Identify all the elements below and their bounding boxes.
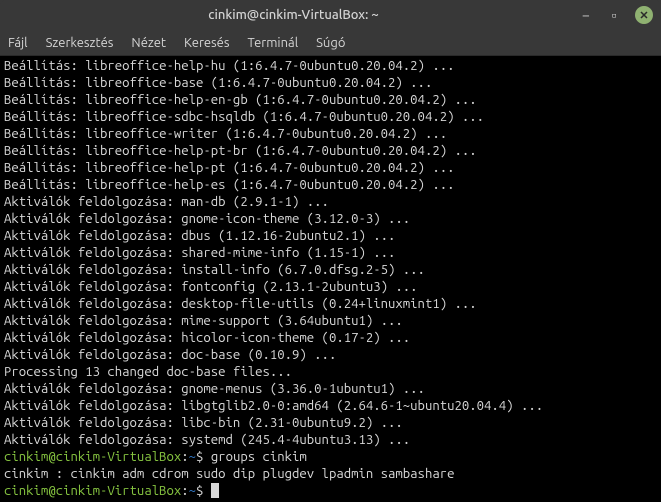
output-line: Processing 13 changed doc-base files... — [4, 365, 292, 379]
output-line: Beállítás: libreoffice-writer (1:6.4.7-0… — [4, 127, 447, 141]
menu-bar: Fájl Szerkesztés Nézet Keresés Terminál … — [0, 30, 661, 56]
output-line: Beállítás: libreoffice-sdbc-hsqldb (1:6.… — [4, 110, 484, 124]
output-line: Aktiválók feldolgozása: libgtglib2.0-0:a… — [4, 399, 543, 413]
close-icon: ✕ — [639, 9, 648, 22]
minimize-button[interactable]: − — [579, 8, 593, 22]
output-line: Aktiválók feldolgozása: man-db (2.9.1-1)… — [4, 195, 329, 209]
window-title: cinkim@cinkim-VirtualBox: ~ — [8, 8, 579, 22]
output-line: Aktiválók feldolgozása: doc-base (0.10.9… — [4, 348, 336, 362]
menu-search[interactable]: Keresés — [184, 36, 229, 50]
output-line: Aktiválók feldolgozása: fontconfig (2.13… — [4, 280, 418, 294]
menu-file[interactable]: Fájl — [8, 36, 28, 50]
output-line: Beállítás: libreoffice-help-pt (1:6.4.7-… — [4, 161, 454, 175]
output-line: Beállítás: libreoffice-help-pt-br (1:6.4… — [4, 144, 477, 158]
output-line: Beállítás: libreoffice-help-en-gb (1:6.4… — [4, 93, 477, 107]
prompt-suffix: $ — [196, 484, 203, 498]
output-line: Aktiválók feldolgozása: desktop-file-uti… — [4, 297, 477, 311]
output-line: Aktiválók feldolgozása: mime-support (3.… — [4, 314, 403, 328]
cursor — [211, 483, 219, 498]
prompt-userhost: cinkim@cinkim-VirtualBox — [4, 484, 181, 498]
output-line: Aktiválók feldolgozása: shared-mime-info… — [4, 246, 395, 260]
menu-view[interactable]: Nézet — [131, 36, 166, 50]
output-line: Beállítás: libreoffice-base (1:6.4.7-0ub… — [4, 76, 432, 90]
output-line: Aktiválók feldolgozása: libc-bin (2.31-0… — [4, 416, 403, 430]
output-line: Beállítás: libreoffice-help-hu (1:6.4.7-… — [4, 59, 454, 73]
output-line: Aktiválók feldolgozása: dbus (1.12.16-2u… — [4, 229, 395, 243]
prompt-path: ~ — [189, 450, 196, 464]
menu-edit[interactable]: Szerkesztés — [46, 36, 114, 50]
output-line: Aktiválók feldolgozása: gnome-menus (3.3… — [4, 382, 425, 396]
prompt-userhost: cinkim@cinkim-VirtualBox — [4, 450, 181, 464]
prompt-sep: : — [181, 484, 188, 498]
prompt-sep: : — [181, 450, 188, 464]
menu-help[interactable]: Súgó — [316, 36, 345, 50]
output-line: Aktiválók feldolgozása: hicolor-icon-the… — [4, 331, 410, 345]
prompt-suffix: $ — [196, 450, 203, 464]
menu-terminal[interactable]: Terminál — [248, 36, 299, 50]
close-button[interactable]: ✕ — [635, 6, 653, 24]
window-controls: − ▫ ✕ — [579, 6, 653, 24]
terminal-output[interactable]: Beállítás: libreoffice-help-hu (1:6.4.7-… — [0, 56, 661, 502]
maximize-button[interactable]: ▫ — [607, 8, 621, 22]
prompt-path: ~ — [189, 484, 196, 498]
output-line: Aktiválók feldolgozása: gnome-icon-theme… — [4, 212, 410, 226]
command-text: groups cinkim — [211, 450, 307, 464]
output-line: cinkim : cinkim adm cdrom sudo dip plugd… — [4, 467, 454, 481]
output-line: Aktiválók feldolgozása: systemd (245.4-4… — [4, 433, 410, 447]
output-line: Aktiválók feldolgozása: install-info (6.… — [4, 263, 425, 277]
output-line: Beállítás: libreoffice-help-es (1:6.4.7-… — [4, 178, 454, 192]
title-bar: cinkim@cinkim-VirtualBox: ~ − ▫ ✕ — [0, 0, 661, 30]
